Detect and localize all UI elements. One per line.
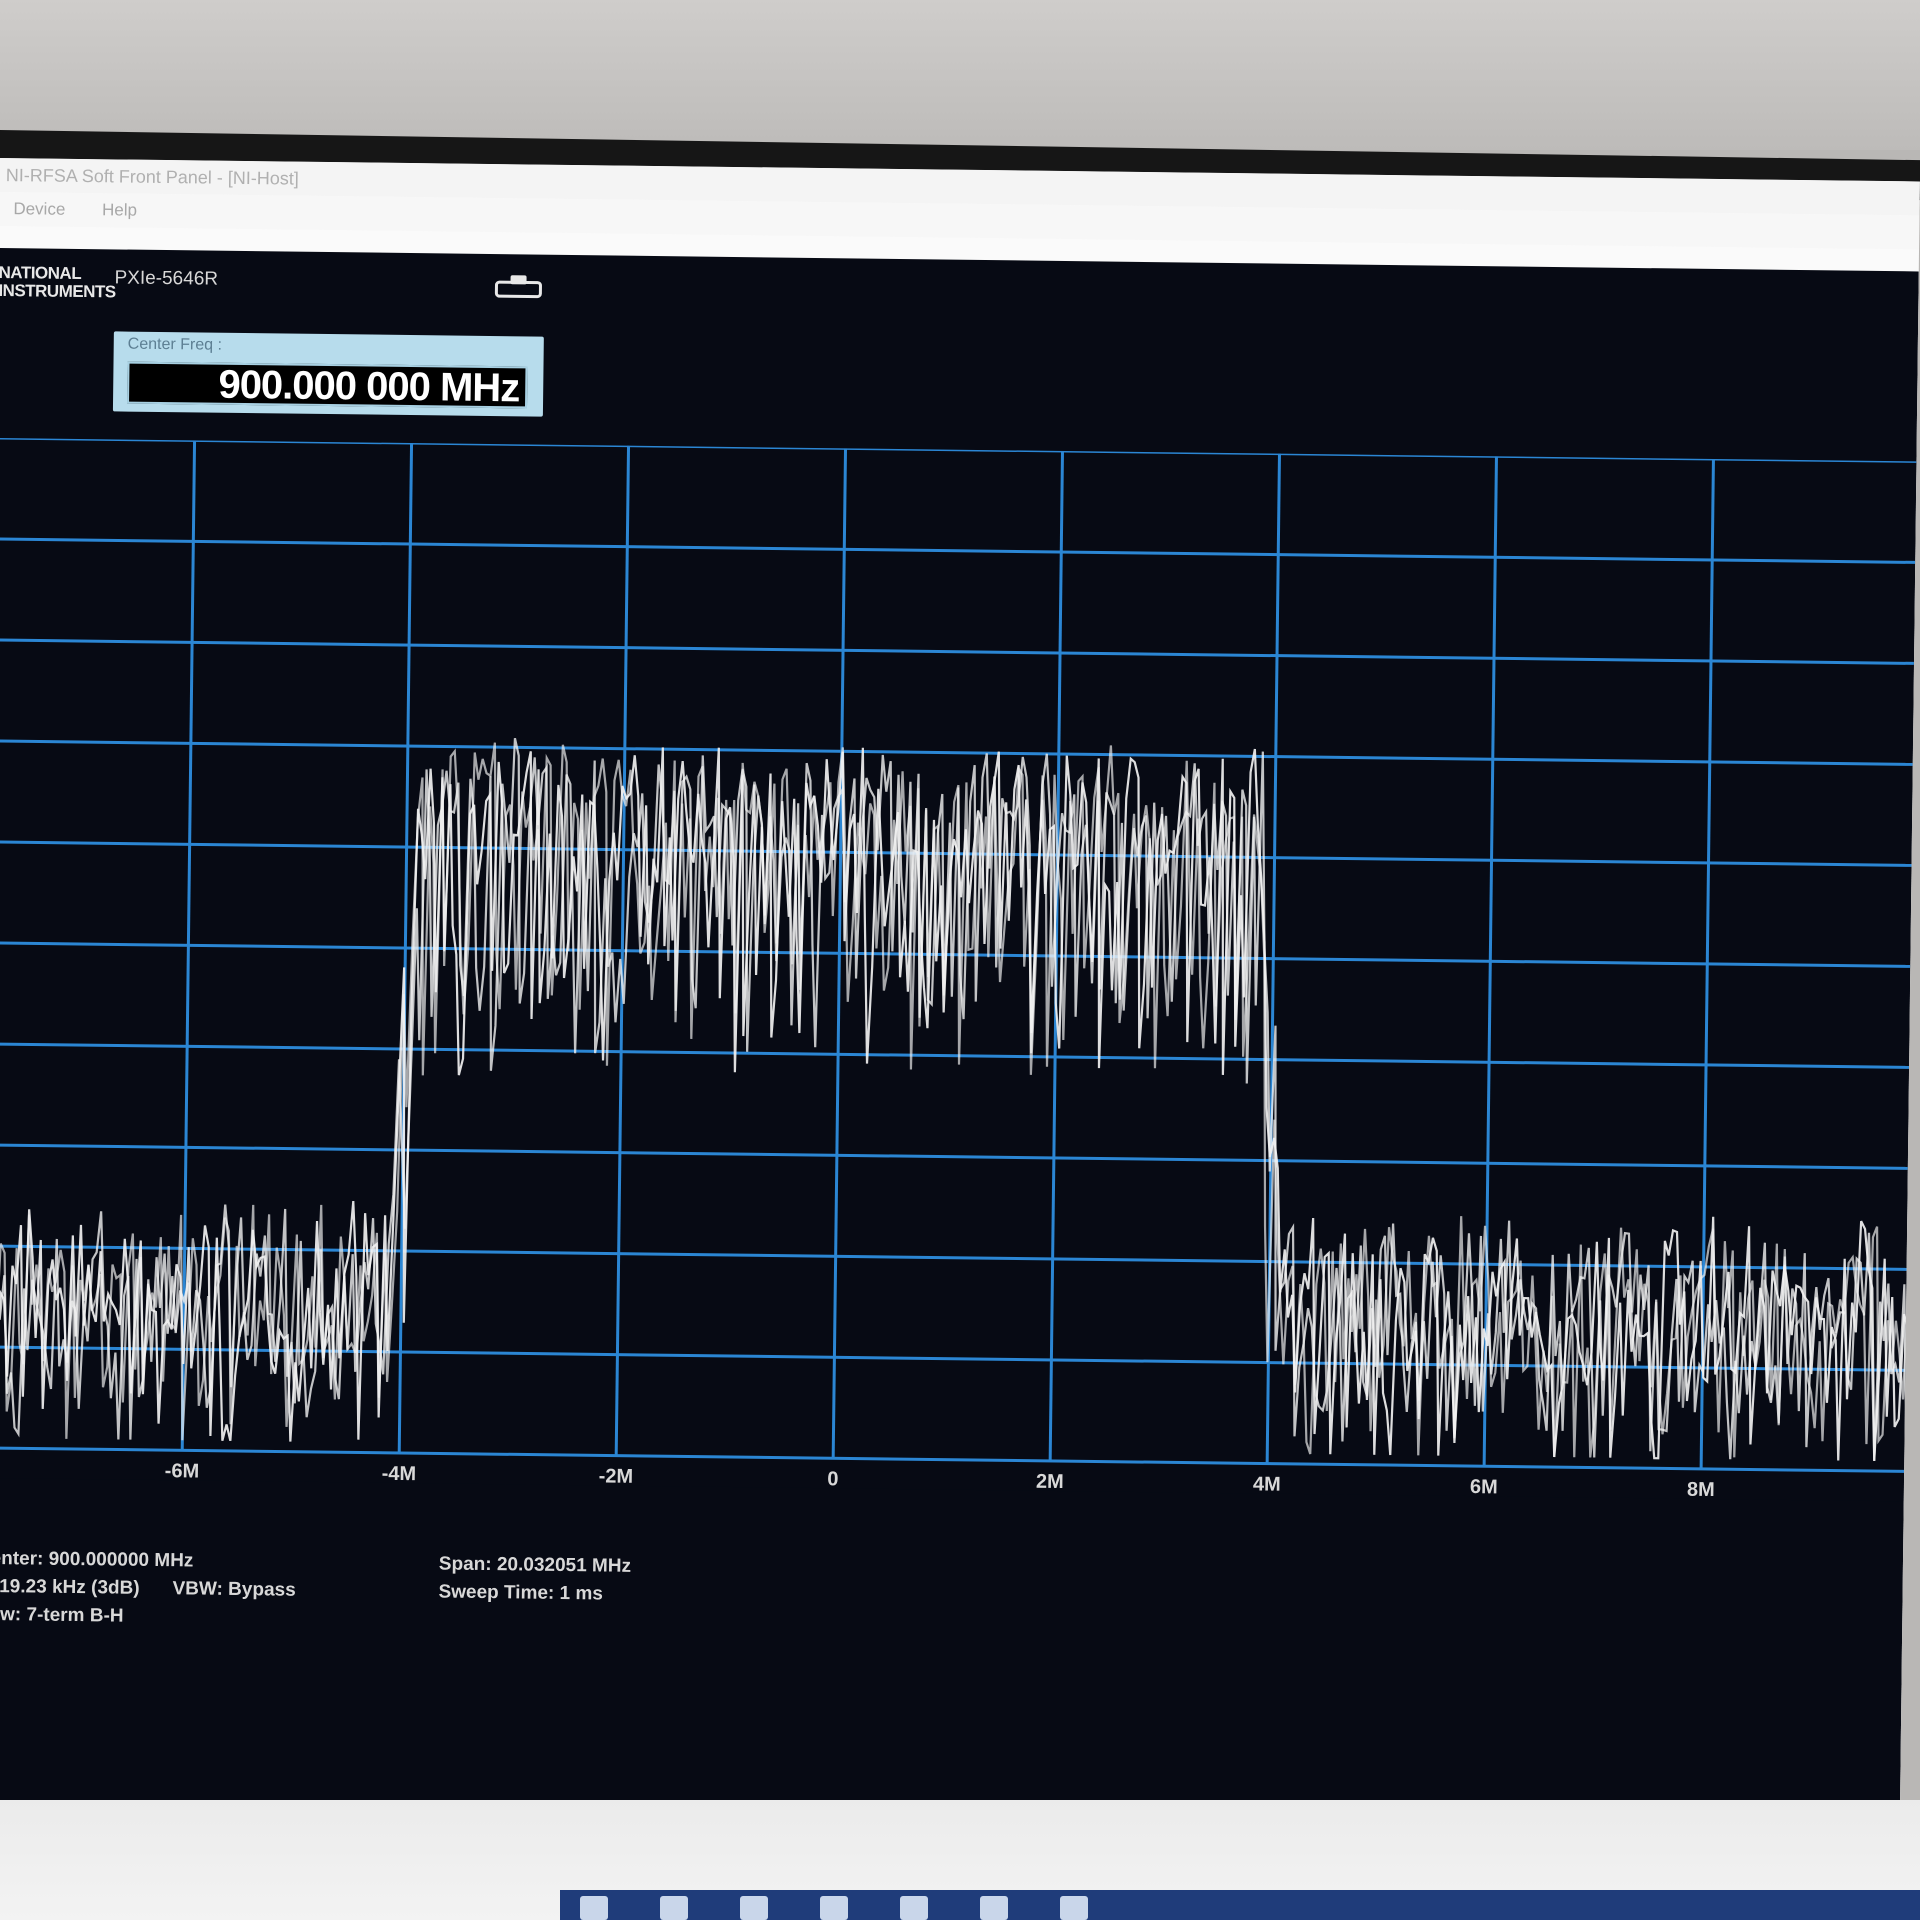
x-tick-label: -2M <box>599 1465 634 1487</box>
readout-span: Span: 20.032051 MHz <box>438 1553 632 1577</box>
menu-device[interactable]: Device <box>13 199 65 219</box>
ni-logo: NATIONAL INSTRUMENTS <box>0 262 116 302</box>
measurement-readouts: Center: 900.000000 MHz RBW: 19.23 kHz (3… <box>0 1548 1903 1771</box>
monitor-screen: NI-RFSA Soft Front Panel - [NI-Host] Dev… <box>0 158 1920 1844</box>
readout-rbw: RBW: 19.23 kHz (3dB) <box>0 1575 140 1599</box>
x-tick-label: -6M <box>165 1460 200 1482</box>
device-connection-icon[interactable] <box>490 272 546 301</box>
taskbar-app-icon[interactable] <box>1060 1896 1088 1920</box>
os-taskbar <box>560 1890 1920 1920</box>
spectrum-analyzer-panel: NATIONAL INSTRUMENTS PXIe-5646R Center F… <box>0 247 1919 1832</box>
device-name: PXIe-5646R <box>114 267 219 290</box>
taskbar-app-icon[interactable] <box>740 1896 768 1920</box>
spectrum-plot[interactable]: -10M-8M-6M-4M-2M02M4M6M8M <box>0 437 1917 1502</box>
x-tick-label: 8M <box>1687 1479 1715 1501</box>
taskbar-app-icon[interactable] <box>900 1896 928 1920</box>
center-freq-label: Center Freq : <box>127 335 223 354</box>
center-freq-input[interactable]: 900.000 000 MHz <box>127 361 528 411</box>
x-tick-label: 4M <box>1253 1473 1281 1495</box>
taskbar-folder-icon[interactable] <box>660 1896 688 1920</box>
center-freq-control[interactable]: Center Freq : 900.000 000 MHz <box>112 331 544 417</box>
x-tick-label: 6M <box>1470 1476 1498 1498</box>
menu-help[interactable]: Help <box>102 200 137 219</box>
readout-vbw: VBW: Bypass <box>172 1578 296 1601</box>
readout-sweep-time: Sweep Time: 1 ms <box>438 1581 604 1605</box>
taskbar-app-icon[interactable] <box>980 1896 1008 1920</box>
center-freq-value: 900.000 000 MHz <box>218 362 520 411</box>
x-tick-label: 0 <box>827 1468 838 1490</box>
x-tick-label: -4M <box>382 1463 417 1485</box>
window-title: NI-RFSA Soft Front Panel - [NI-Host] <box>5 165 299 189</box>
taskbar-start-icon[interactable] <box>580 1896 608 1920</box>
wall-background <box>0 0 1920 150</box>
taskbar-app-icon[interactable] <box>820 1896 848 1920</box>
x-tick-label: 2M <box>1036 1471 1064 1493</box>
readout-window: Window: 7-term B-H <box>0 1603 124 1627</box>
readout-center: Center: 900.000000 MHz <box>0 1547 194 1572</box>
